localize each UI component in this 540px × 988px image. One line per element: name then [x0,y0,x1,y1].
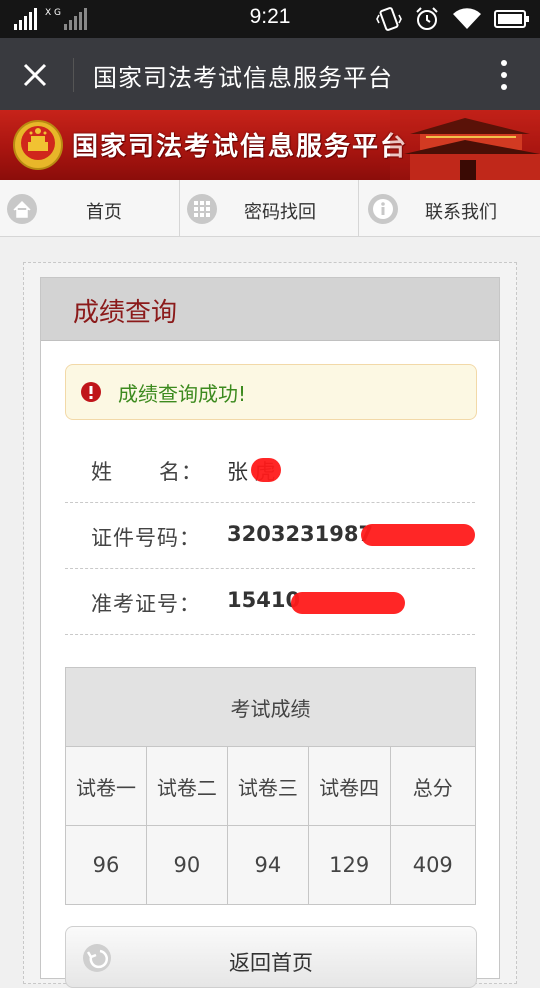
more-menu-icon[interactable] [498,58,510,92]
total-score-cell: 409 [389,825,476,905]
field-label: 证件号码： [91,526,201,550]
field-value: 15410 [227,588,301,612]
national-emblem-icon [13,120,63,170]
panel-header: 成绩查询 [41,278,499,341]
wifi-icon [453,8,481,30]
info-icon [368,194,398,224]
nav-item-contact[interactable]: 联系我们 [359,180,540,236]
browser-app-bar: 国家司法考试信息服务平台 [0,38,540,110]
nav-label: 联系我们 [425,202,497,223]
score-cell: 94 [226,825,309,905]
nav-label: 首页 [86,202,122,223]
home-icon [7,194,37,224]
alarm-icon [416,7,438,30]
score-table: 考试成绩 试卷一 试卷二 试卷三 试卷四 总分 96 90 94 129 409 [65,667,476,905]
field-id-number-row: 证件号码： 3203231987 [65,502,475,569]
column-header: 试卷一 [65,746,147,826]
success-alert: 成绩查询成功! [65,364,477,420]
score-cell: 90 [145,825,228,905]
nav-bar: 首页 密码找回 联系我们 [0,180,540,237]
column-header: 试卷四 [307,746,391,826]
grid-icon [187,194,217,224]
status-bar: X G 9:21 [0,0,540,38]
battery-icon [494,10,529,28]
nav-item-password-recovery[interactable]: 密码找回 [180,180,359,236]
alert-icon [81,382,101,402]
field-name-row: 姓 名： 张 虎 [65,436,475,503]
nav-label: 密码找回 [244,202,316,223]
redaction-mark [291,592,405,614]
field-label: 准考证号： [91,592,201,616]
banner-title: 国家司法考试信息服务平台 [72,132,409,162]
field-value: 3203231987 [227,522,374,546]
nav-item-home[interactable]: 首页 [0,180,180,236]
vibrate-icon [376,7,402,31]
score-cell: 129 [307,825,391,905]
back-home-label: 返回首页 [229,951,313,975]
score-table-caption: 考试成绩 [65,667,476,747]
redaction-mark [361,524,475,546]
redaction-mark [251,458,281,482]
back-home-button[interactable]: 返回首页 [65,926,477,988]
tiananmen-illustration [390,110,540,180]
column-header: 试卷二 [145,746,228,826]
field-admission-number-row: 准考证号： 15410 [65,568,475,635]
score-cell: 96 [65,825,147,905]
field-label: 姓 名： [91,460,204,484]
close-icon[interactable] [20,60,50,90]
column-header: 试卷三 [226,746,309,826]
alert-message: 成绩查询成功! [118,382,247,406]
column-header: 总分 [389,746,476,826]
score-query-panel: 成绩查询 成绩查询成功! 姓 名： 张 虎 证件号码： 3203231987 准… [40,277,500,988]
page-title: 国家司法考试信息服务平台 [93,64,393,92]
panel-title: 成绩查询 [73,298,178,328]
site-banner: 国家司法考试信息服务平台 [0,110,540,180]
divider [73,58,74,92]
